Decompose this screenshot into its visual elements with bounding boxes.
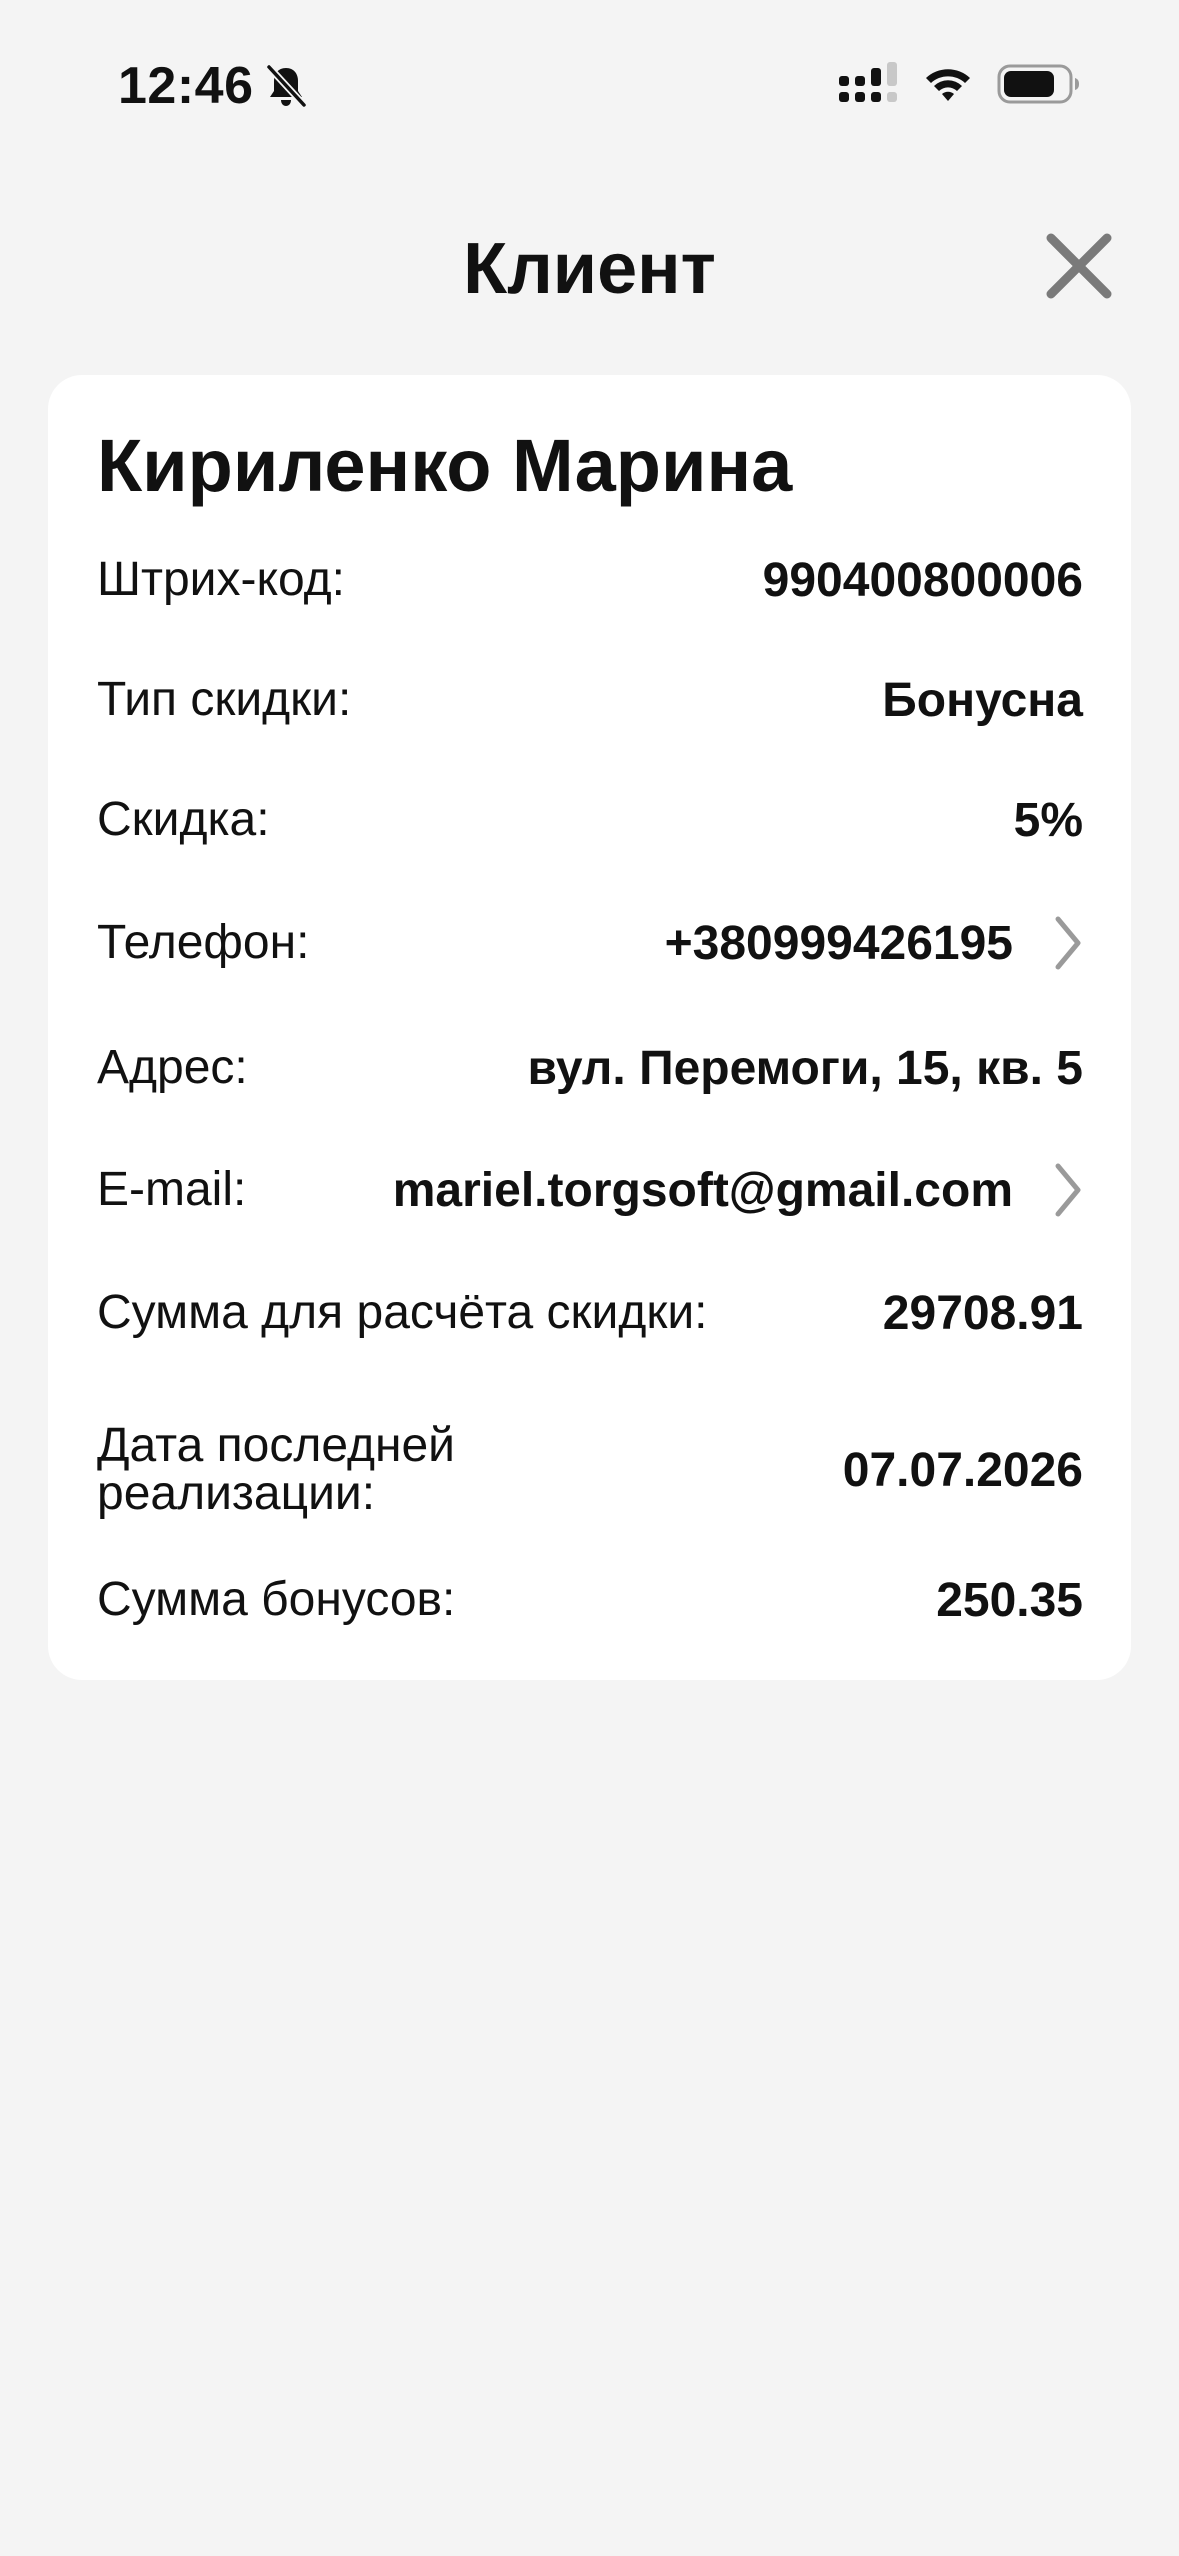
discount-type-label: Тип скидки:: [97, 673, 352, 726]
last-sale-date-value: 07.07.2026: [842, 1443, 1083, 1497]
email-row[interactable]: E-mail: mariel.torgsoft@gmail.com: [97, 1155, 1083, 1225]
discount-type-value: Бонусна: [882, 673, 1083, 727]
bonus-sum-value: 250.35: [936, 1573, 1083, 1627]
battery-icon: [997, 64, 1079, 104]
status-icons: [837, 62, 1081, 106]
address-row: Адрес: вул. Перемоги, 15, кв. 5: [97, 1033, 1083, 1103]
last-sale-date-label: Дата последней реализации:: [97, 1422, 455, 1518]
header: Клиент: [0, 210, 1179, 320]
last-sale-date-row: Дата последней реализации: 07.07.2026: [97, 1415, 1083, 1525]
email-value-group: mariel.torgsoft@gmail.com: [393, 1162, 1083, 1218]
email-label: E-mail:: [97, 1163, 247, 1216]
cellular-signal-icon: [839, 62, 897, 102]
client-name: Кириленко Марина: [97, 424, 793, 507]
bell-off-icon: [265, 64, 307, 108]
email-value: mariel.torgsoft@gmail.com: [392, 1163, 1013, 1217]
phone-row[interactable]: Телефон: +380999426195: [97, 908, 1083, 978]
bonus-sum-row: Сумма бонусов: 250.35: [97, 1565, 1083, 1635]
discount-sum-label: Сумма для расчёта скидки:: [97, 1286, 708, 1339]
client-card: Кириленко Марина Штрих-код: 990400800006…: [48, 375, 1131, 1680]
discount-sum-row: Сумма для расчёта скидки: 29708.91: [97, 1278, 1083, 1348]
last-sale-date-label-line2: реализации:: [97, 1467, 376, 1520]
discount-sum-value: 29708.91: [882, 1286, 1083, 1340]
discount-type-row: Тип скидки: Бонусна: [97, 665, 1083, 735]
barcode-label: Штрих-код:: [97, 553, 345, 606]
discount-value: 5%: [1013, 793, 1083, 847]
chevron-right-icon: [1055, 1163, 1081, 1217]
wifi-icon: [926, 69, 970, 101]
close-button[interactable]: [1041, 228, 1117, 304]
address-label: Адрес:: [97, 1041, 248, 1094]
phone-value-group: +380999426195: [665, 915, 1083, 971]
close-icon: [1046, 233, 1112, 299]
status-bar: 12:46: [0, 0, 1179, 170]
barcode-row: Штрих-код: 990400800006: [97, 545, 1083, 615]
last-sale-date-label-line1: Дата последней: [97, 1419, 455, 1472]
bonus-sum-label: Сумма бонусов:: [97, 1573, 456, 1626]
barcode-value: 990400800006: [762, 553, 1083, 607]
status-time: 12:46: [118, 57, 254, 115]
discount-label: Скидка:: [97, 793, 270, 846]
phone-value: +380999426195: [664, 916, 1013, 970]
phone-label: Телефон:: [97, 916, 310, 969]
page-title: Клиент: [463, 229, 716, 309]
chevron-right-icon: [1055, 916, 1081, 970]
discount-row: Скидка: 5%: [97, 785, 1083, 855]
status-time-group: 12:46: [118, 56, 308, 116]
address-value: вул. Перемоги, 15, кв. 5: [527, 1041, 1083, 1095]
